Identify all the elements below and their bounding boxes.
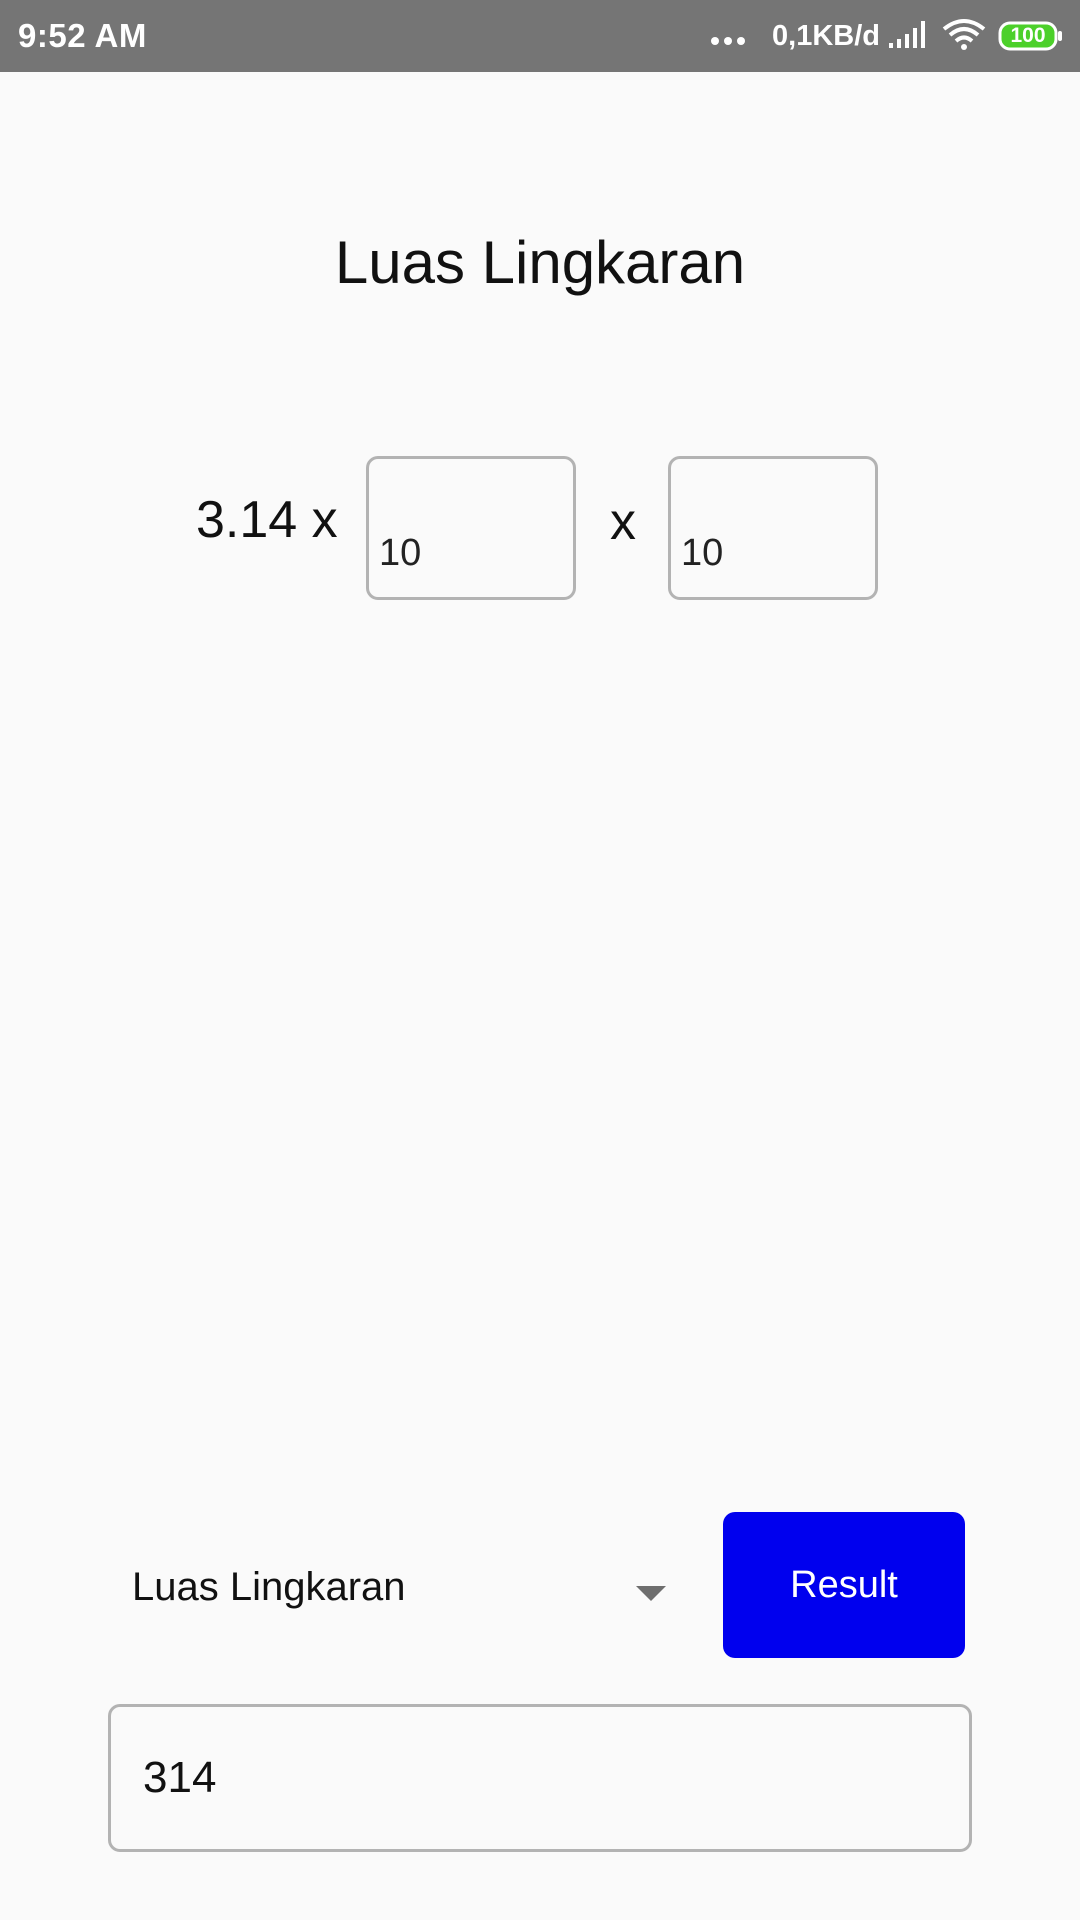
wifi-icon: [942, 17, 986, 56]
status-bar: 9:52 AM 0,1KB/d 100: [0, 0, 1080, 72]
radius-input-2[interactable]: [668, 456, 878, 600]
page-title: Luas Lingkaran: [334, 229, 746, 296]
pi-label: 3.14 x: [196, 491, 338, 549]
status-time: 9:52 AM: [18, 17, 147, 54]
status-icons: 0,1KB/d 100: [711, 14, 1064, 58]
battery-level: 100: [1010, 24, 1046, 47]
multiply-label: x: [610, 493, 636, 551]
result-button[interactable]: Result: [723, 1512, 965, 1658]
app-screen: 9:52 AM 0,1KB/d 100 Luas Lingkaran 3.14 …: [0, 0, 1080, 1920]
radius-input-1[interactable]: [366, 456, 576, 600]
dropdown-arrow-icon: [636, 1586, 666, 1601]
more-dots-icon: [711, 37, 750, 45]
result-field[interactable]: [108, 1704, 972, 1852]
signal-icon: [888, 19, 928, 54]
battery-icon: 100: [998, 21, 1064, 51]
shape-spinner[interactable]: Luas Lingkaran: [116, 1510, 676, 1670]
spinner-selected-label: Luas Lingkaran: [132, 1565, 406, 1609]
network-speed: 0,1KB/d: [772, 19, 880, 52]
